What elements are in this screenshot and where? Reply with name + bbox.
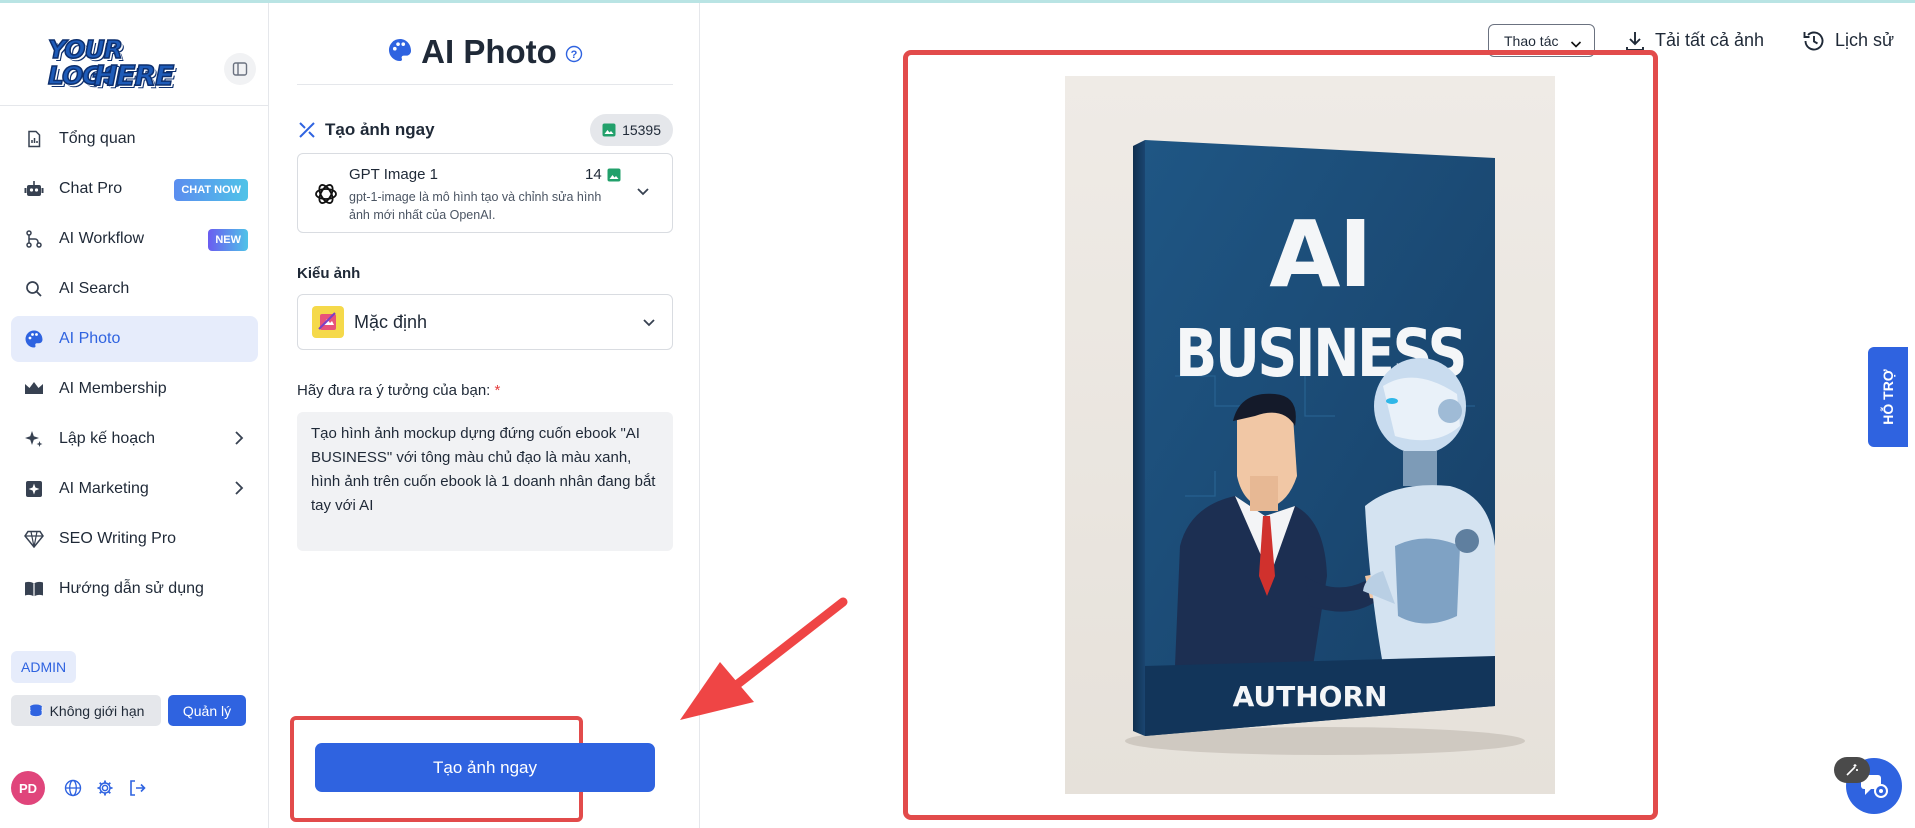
- sidebar-nav: Tổng quan Chat Pro CHAT NOW AI Workflow …: [11, 116, 258, 616]
- logout-icon[interactable]: [127, 778, 147, 798]
- sidebar-item-label: Lập kế hoạch: [59, 430, 156, 447]
- prompt-label-text: Hãy đưa ra ý tưởng của bạn:: [297, 382, 491, 399]
- palette-icon: [387, 33, 413, 71]
- user-footer: PD: [0, 765, 258, 811]
- page-title-text: AI Photo: [421, 33, 557, 70]
- sparkle-icon: [23, 428, 45, 450]
- prompt-textarea[interactable]: Tạo hình ảnh mockup dựng đứng cuốn ebook…: [297, 412, 673, 551]
- sidebar-item-chat-pro[interactable]: Chat Pro CHAT NOW: [11, 166, 258, 212]
- chevron-right-icon: [234, 431, 244, 450]
- panel-divider: [297, 84, 673, 85]
- sidebar-item-label: Chat Pro: [59, 180, 123, 197]
- history-icon: [1801, 28, 1827, 54]
- sidebar: YOUR LOGO HERE Tổng quan Chat Pro CHAT N…: [0, 3, 269, 828]
- sidebar-item-ai-search[interactable]: AI Search: [11, 266, 258, 312]
- admin-role-tag: ADMIN: [11, 651, 77, 683]
- manage-button[interactable]: Quản lý: [168, 695, 246, 726]
- sidebar-item-label: AI Membership: [59, 380, 167, 397]
- sidebar-item-ai-workflow[interactable]: AI Workflow NEW: [11, 216, 258, 262]
- history-button[interactable]: Lịch sử: [1801, 24, 1894, 57]
- search-icon: [23, 278, 45, 300]
- sidebar-item-ai-photo[interactable]: AI Photo: [11, 316, 258, 362]
- unlimited-label: Không giới hạn: [49, 702, 145, 719]
- coins-icon: [28, 703, 44, 719]
- globe-icon[interactable]: [63, 778, 83, 798]
- model-description: gpt-1-image là mô hình tạo và chỉnh sửa …: [349, 190, 602, 222]
- new-badge: NEW: [208, 229, 248, 251]
- image-credit-icon: [607, 168, 621, 182]
- chevron-down-icon: [642, 315, 656, 333]
- marketing-icon: [23, 478, 45, 500]
- page-title: AI Photo ?: [270, 33, 700, 71]
- style-thumbnail-icon: [312, 306, 344, 338]
- create-title: Tạo ảnh ngay: [325, 120, 435, 139]
- model-cost-value: 14: [585, 166, 602, 183]
- support-tab[interactable]: HỖ TRỢ: [1868, 347, 1908, 447]
- style-label: Kiểu ảnh: [297, 265, 361, 282]
- sidebar-item-label: SEO Writing Pro: [59, 530, 177, 547]
- generated-image[interactable]: AI BUSINESS AUTHORN: [1065, 76, 1555, 794]
- crown-icon: [23, 378, 45, 400]
- sidebar-item-label: Tổng quan: [59, 130, 136, 147]
- logo-line2: HERE: [93, 59, 175, 92]
- download-icon: [1623, 29, 1647, 53]
- sidebar-divider: [0, 105, 269, 106]
- credit-badge: 15395: [590, 114, 673, 146]
- gear-icon[interactable]: [95, 778, 115, 798]
- model-name: GPT Image 1: [349, 166, 438, 183]
- magic-wand-icon: [1846, 764, 1858, 776]
- sidebar-item-guide[interactable]: Hướng dẫn sử dụng: [11, 566, 258, 612]
- sidebar-item-label: AI Workflow: [59, 230, 145, 247]
- sidebar-item-overview[interactable]: Tổng quan: [11, 116, 258, 162]
- logo[interactable]: YOUR LOGO HERE: [44, 33, 184, 97]
- magic-tool-button[interactable]: [1834, 757, 1870, 783]
- help-icon[interactable]: ?: [565, 33, 583, 71]
- annotation-arrow-icon: [680, 597, 848, 720]
- credit-count: 15395: [622, 122, 661, 138]
- support-tab-label: HỖ TRỢ: [1880, 369, 1896, 425]
- chevron-down-icon: [636, 184, 650, 202]
- download-all-label: Tải tất cả ảnh: [1655, 30, 1765, 50]
- svg-text:?: ?: [570, 49, 577, 61]
- openai-icon: [312, 180, 340, 213]
- book-icon: [23, 578, 45, 600]
- actions-label: Thao tác: [1504, 32, 1559, 49]
- cover-author: AUTHORN: [1233, 680, 1388, 713]
- unlimited-plan-button[interactable]: Không giới hạn: [11, 695, 161, 726]
- sidebar-item-label: AI Search: [59, 280, 130, 297]
- collapse-sidebar-button[interactable]: [224, 53, 256, 85]
- create-header: Tạo ảnh ngay 15395: [297, 112, 673, 148]
- sidebar-item-label: AI Photo: [59, 330, 121, 347]
- style-value: Mặc định: [354, 311, 428, 332]
- sidebar-item-seo-writing-pro[interactable]: SEO Writing Pro: [11, 516, 258, 562]
- sidebar-item-label: AI Marketing: [59, 480, 149, 497]
- model-cost: 14: [585, 166, 621, 183]
- chevron-right-icon: [234, 481, 244, 500]
- sidebar-toggle-icon: [232, 62, 248, 76]
- sidebar-item-planning[interactable]: Lập kế hoạch: [11, 416, 258, 462]
- sidebar-item-label: Hướng dẫn sử dụng: [59, 580, 204, 597]
- generate-button[interactable]: Tạo ảnh ngay: [315, 743, 655, 792]
- robot-icon: [23, 178, 45, 200]
- sidebar-item-ai-marketing[interactable]: AI Marketing: [11, 466, 258, 512]
- report-icon: [23, 128, 45, 150]
- palette-icon: [23, 328, 45, 350]
- diamond-icon: [23, 528, 45, 550]
- image-credit-icon: [602, 123, 616, 137]
- workflow-icon: [23, 228, 45, 250]
- cover-title-line1: AI: [1269, 201, 1370, 308]
- required-mark: *: [494, 382, 501, 399]
- model-select[interactable]: GPT Image 1 14 gpt-1-image là mô hình tạ…: [297, 153, 673, 233]
- style-select[interactable]: Mặc định: [297, 294, 673, 350]
- prompt-label: Hãy đưa ra ý tưởng của bạn: *: [297, 382, 500, 399]
- photo-form-panel: AI Photo ? Tạo ảnh ngay 15395 GPT Image …: [270, 3, 700, 828]
- sidebar-item-ai-membership[interactable]: AI Membership: [11, 366, 258, 412]
- chat-now-badge: CHAT NOW: [174, 179, 248, 201]
- avatar[interactable]: PD: [11, 771, 45, 805]
- history-label: Lịch sử: [1835, 30, 1895, 50]
- magic-wand-icon: [297, 120, 317, 140]
